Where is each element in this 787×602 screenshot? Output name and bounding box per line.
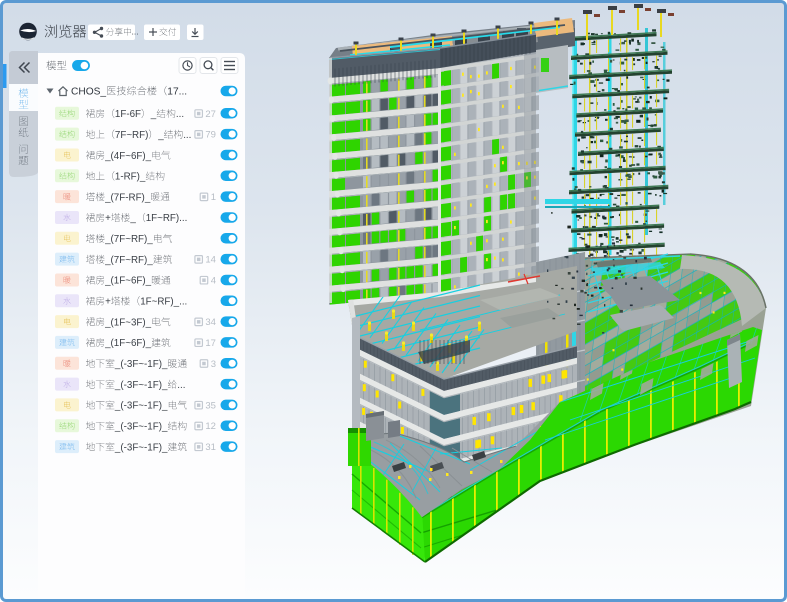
svg-text:_(1F~6F)_: _(1F~6F)_ — [104, 338, 152, 349]
svg-text:14: 14 — [205, 255, 216, 266]
svg-text:...: ... — [177, 380, 185, 391]
svg-text:7F~RF): 7F~RF) — [115, 130, 148, 141]
svg-text:_(1F~3F)_: _(1F~3F)_ — [104, 317, 152, 328]
svg-text:35: 35 — [205, 400, 216, 411]
svg-text:3: 3 — [211, 359, 216, 370]
svg-text:+: + — [105, 213, 111, 224]
svg-text:_(-3F~-1F)_: _(-3F~-1F)_ — [114, 359, 168, 370]
svg-text:...: ... — [183, 130, 191, 141]
svg-text:27: 27 — [205, 109, 216, 120]
svg-text:...: ... — [132, 27, 139, 37]
svg-text:+: + — [105, 297, 111, 308]
svg-text:_(7F~RF)_: _(7F~RF)_ — [104, 234, 153, 245]
svg-text:_(4F~6F)_: _(4F~6F)_ — [104, 151, 152, 162]
svg-text:79: 79 — [205, 130, 216, 141]
svg-text:1F~RF)_...: 1F~RF)_... — [140, 297, 187, 308]
svg-text:_(7F~RF)_: _(7F~RF)_ — [104, 255, 153, 266]
svg-text:31: 31 — [205, 442, 216, 453]
svg-text:_: _ — [129, 213, 136, 224]
svg-text:_: _ — [157, 130, 164, 141]
svg-text:...: ... — [176, 109, 184, 120]
svg-text:17...: 17... — [167, 87, 187, 98]
svg-text:1-RF)_: 1-RF)_ — [115, 172, 146, 183]
svg-text:_(-3F~-1F)_: _(-3F~-1F)_ — [114, 422, 168, 433]
svg-text:_: _ — [150, 109, 157, 120]
svg-text:_(-3F~-1F)_: _(-3F~-1F)_ — [114, 401, 168, 412]
svg-text:4: 4 — [211, 275, 216, 286]
svg-text:_(-3F~-1F)_: _(-3F~-1F)_ — [114, 380, 168, 391]
svg-text:_(-3F~-1F)_: _(-3F~-1F)_ — [114, 442, 168, 453]
svg-text:_(7F-RF)_: _(7F-RF)_ — [104, 192, 151, 203]
svg-text:1: 1 — [211, 192, 216, 203]
svg-text:34: 34 — [205, 317, 216, 328]
svg-text:1F-6F: 1F-6F — [115, 109, 141, 120]
svg-text:CHOS_: CHOS_ — [71, 87, 106, 98]
svg-text:_(1F~6F)_: _(1F~6F)_ — [104, 276, 152, 287]
svg-text:12: 12 — [205, 421, 216, 432]
svg-text:17: 17 — [205, 338, 216, 349]
svg-text:1F~RF)...: 1F~RF)... — [146, 213, 188, 224]
